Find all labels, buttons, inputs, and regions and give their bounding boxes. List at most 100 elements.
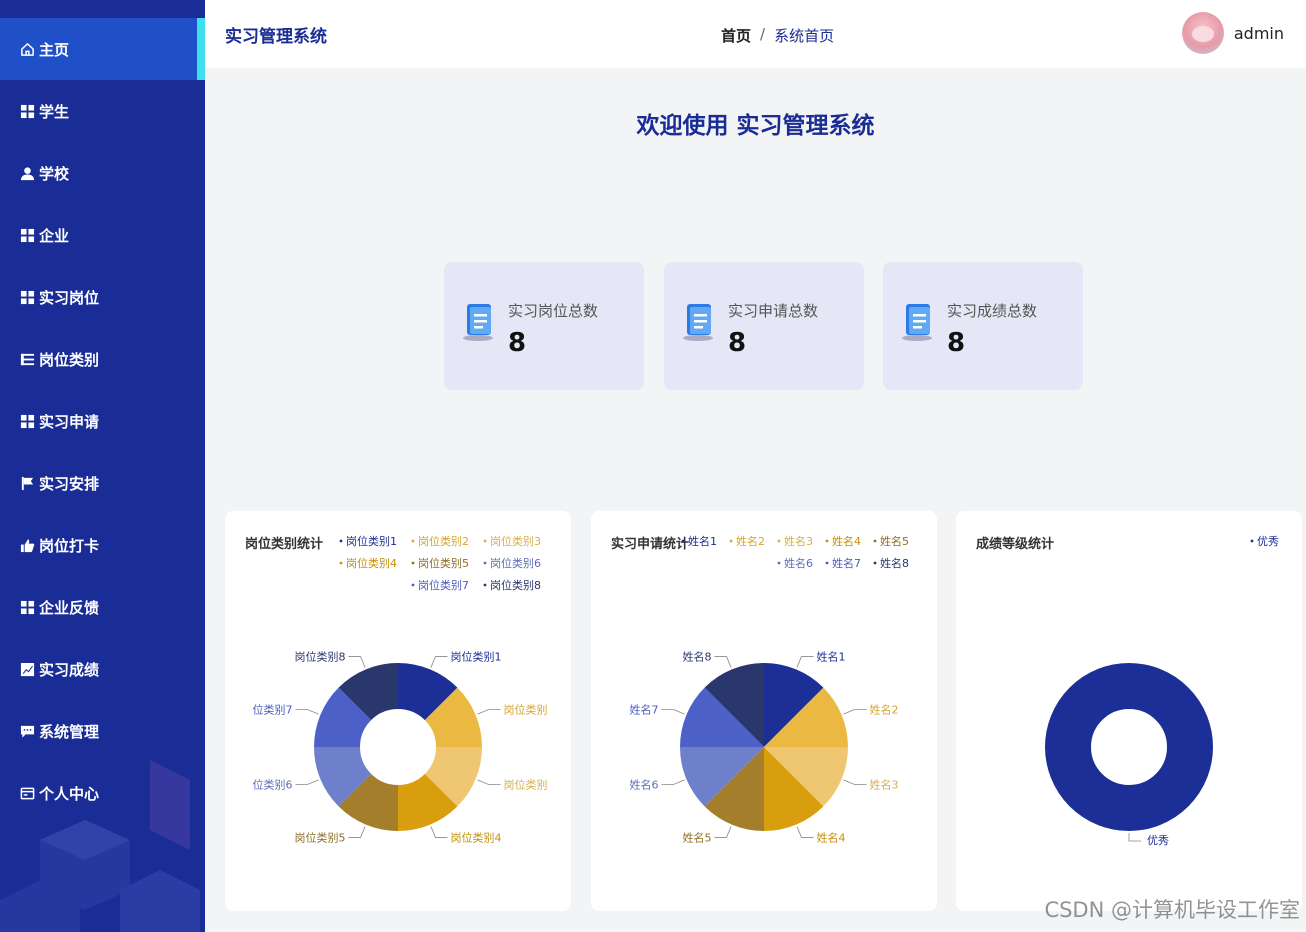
welcome-heading: 欢迎使用 实习管理系统	[636, 113, 875, 139]
legend-dot	[825, 539, 829, 543]
legend-dot	[483, 583, 487, 587]
legend-item: 姓名8	[873, 556, 909, 570]
stat-value: 8	[947, 328, 966, 358]
sidebar-item-schools[interactable]: 学校	[0, 142, 205, 204]
legend-dot	[873, 539, 877, 543]
position-category-donut-chart: 岗位类别1 岗位类别2 岗位类别3 岗位类别4 岗位类别5 岗位类别6 岗位类别7 岗位类别8…	[252, 534, 548, 845]
breadcrumb-home[interactable]: 首页	[721, 25, 751, 46]
legend-dot	[825, 561, 829, 565]
legend-label: 优秀	[1257, 535, 1279, 548]
breadcrumb-current: 系统首页	[774, 27, 835, 45]
pie-label: 位类别7	[252, 702, 292, 716]
sidebar-item-personal-center[interactable]: 个人中心	[0, 762, 205, 824]
legend-label: 姓名8	[880, 556, 909, 570]
sidebar-item-internship-applications[interactable]: 实习申请	[0, 390, 205, 452]
pie-label-line	[477, 779, 501, 785]
grid-icon	[19, 413, 35, 429]
flag-icon	[19, 475, 35, 491]
sidebar-item-position-categories[interactable]: 岗位类别	[0, 328, 205, 390]
legend-item: 姓名4	[825, 534, 861, 548]
pie-label: 姓名6	[629, 778, 658, 792]
sidebar-item-label: 实习成绩	[39, 660, 100, 679]
sidebar-item-label: 学校	[39, 164, 70, 183]
sidebar-item-label: 实习安排	[39, 474, 100, 493]
stat-card-positions: 实习岗位总数 8	[444, 262, 644, 390]
stat-card-scores: 实习成绩总数 8	[883, 262, 1083, 390]
legend-dot	[411, 561, 415, 565]
sidebar-item-home[interactable]: 主页	[0, 18, 205, 80]
pie-slice	[1045, 663, 1213, 831]
sidebar-item-label: 系统管理	[39, 722, 100, 741]
stat-label: 实习申请总数	[728, 302, 819, 320]
document-icon	[683, 304, 713, 341]
pie-label: 岗位类别1	[451, 649, 502, 663]
username[interactable]: admin	[1234, 24, 1284, 43]
list-icon	[19, 351, 35, 367]
legend-dot	[777, 539, 781, 543]
pie-label: 姓名8	[682, 649, 711, 663]
pie-label-line	[714, 826, 732, 838]
legend-item: 姓名5	[873, 534, 909, 548]
card-icon	[19, 785, 35, 801]
pie-label-line	[843, 779, 867, 785]
legend-item: 优秀	[1250, 535, 1279, 548]
sidebar-item-enterprises[interactable]: 企业	[0, 204, 205, 266]
pie-label: 岗位类别	[504, 702, 548, 716]
legend-dot	[777, 561, 781, 565]
sidebar-item-enterprise-feedback[interactable]: 企业反馈	[0, 576, 205, 638]
legend-label: 岗位类别4	[346, 556, 397, 570]
home-icon	[19, 41, 35, 57]
pie-label-line	[295, 779, 319, 785]
breadcrumb: 首页 / 系统首页	[721, 25, 834, 46]
sidebar-item-label: 主页	[39, 40, 70, 59]
legend-label: 姓名6	[784, 556, 813, 570]
sidebar-item-label: 岗位类别	[39, 350, 100, 369]
legend-label: 姓名1	[688, 534, 717, 548]
pie-label: 姓名3	[870, 778, 899, 792]
sidebar-item-label: 企业反馈	[39, 598, 100, 617]
legend-label: 岗位类别7	[418, 578, 469, 592]
legend-item: 岗位类别8	[483, 578, 541, 592]
legend-dot	[339, 539, 343, 543]
legend-dot	[729, 539, 733, 543]
sidebar-item-internship-arrangements[interactable]: 实习安排	[0, 452, 205, 514]
legend-dot	[873, 561, 877, 565]
legend-item: 姓名1	[681, 534, 717, 548]
pie-label: 优秀	[1147, 834, 1169, 847]
legend-item: 姓名3	[777, 534, 813, 548]
legend-dot	[339, 561, 343, 565]
legend-dot	[411, 539, 415, 543]
pie-label-line	[1128, 833, 1141, 842]
sidebar-item-internship-scores[interactable]: 实习成绩	[0, 638, 205, 700]
pie-label: 姓名1	[817, 649, 846, 663]
breadcrumb-separator: /	[760, 25, 766, 43]
sidebar-item-label: 实习申请	[39, 412, 100, 431]
document-icon	[463, 304, 493, 341]
watermark: CSDN @计算机毕设工作室	[1044, 898, 1300, 922]
legend-label: 姓名4	[832, 534, 861, 548]
sidebar-item-label: 学生	[39, 102, 70, 121]
sidebar-item-internship-positions[interactable]: 实习岗位	[0, 266, 205, 328]
grid-icon	[19, 599, 35, 615]
pie-label-line	[348, 826, 366, 838]
avatar[interactable]	[1181, 12, 1224, 54]
sidebar-item-system-management[interactable]: 系统管理	[0, 700, 205, 762]
legend-dot	[483, 561, 487, 565]
pie-label: 姓名4	[817, 831, 846, 845]
sidebar-item-label: 实习岗位	[39, 288, 100, 307]
legend-label: 岗位类别5	[418, 556, 469, 570]
legend-label: 岗位类别8	[490, 578, 541, 592]
pie-label-line	[348, 656, 366, 668]
pie-label: 姓名5	[682, 831, 711, 845]
pie-label-line	[295, 709, 319, 715]
sidebar-item-students[interactable]: 学生	[0, 80, 205, 142]
score-level-donut-chart: 优秀优秀	[1045, 535, 1279, 847]
pie-label: 岗位类别4	[451, 831, 502, 845]
pie-label-line	[796, 656, 814, 668]
sidebar-item-position-checkin[interactable]: 岗位打卡	[0, 514, 205, 576]
grid-icon	[19, 103, 35, 119]
legend-label: 姓名3	[784, 534, 813, 548]
user-menu[interactable]: admin	[1181, 12, 1284, 54]
legend-item: 姓名2	[729, 534, 765, 548]
chart-panel-applications: 实习申请统计 姓名1 姓名2 姓名3 姓名4 姓名5 姓名6 姓名7 姓名8 姓名1 姓名2 姓名3…	[591, 511, 937, 911]
